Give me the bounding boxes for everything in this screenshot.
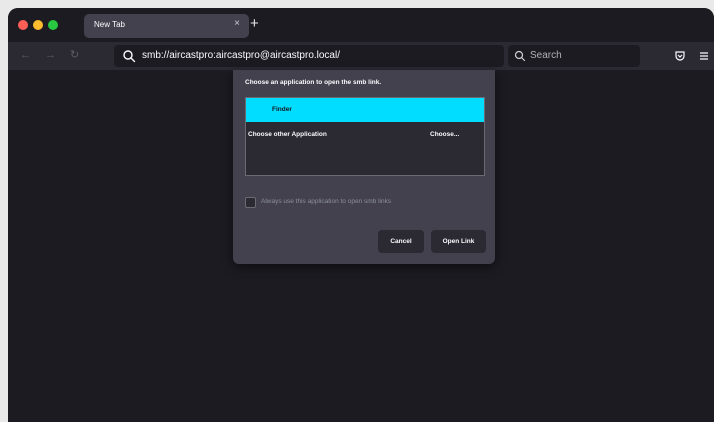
search-input[interactable]: Search: [530, 50, 562, 61]
tab-title: New Tab: [94, 20, 125, 29]
maximize-window-button[interactable]: [48, 20, 58, 30]
open-link-dialog: Choose an application to open the smb li…: [233, 70, 495, 264]
pocket-icon[interactable]: [674, 50, 686, 62]
list-item-finder[interactable]: Finder: [246, 98, 484, 122]
application-list[interactable]: Finder Choose other Application Choose..…: [245, 97, 485, 176]
search-bar[interactable]: Search: [508, 45, 640, 67]
open-link-button[interactable]: Open Link: [431, 230, 486, 253]
close-window-button[interactable]: [18, 20, 28, 30]
forward-icon[interactable]: →: [45, 49, 56, 61]
tab-new-tab[interactable]: New Tab ×: [84, 14, 249, 38]
tab-strip: New Tab × +: [8, 8, 714, 42]
always-use-label[interactable]: Always use this application to open smb …: [261, 198, 391, 205]
search-icon: [123, 50, 136, 63]
choose-other-application-label: Choose other Application: [248, 131, 327, 138]
url-text[interactable]: smb://aircastpro:aircastpro@aircastpro.l…: [142, 50, 340, 61]
menu-icon[interactable]: [698, 50, 710, 62]
back-icon[interactable]: ←: [20, 49, 31, 61]
dialog-title: Choose an application to open the smb li…: [245, 79, 382, 86]
minimize-window-button[interactable]: [33, 20, 43, 30]
cancel-button[interactable]: Cancel: [378, 230, 424, 253]
close-icon[interactable]: ×: [234, 18, 240, 29]
url-bar[interactable]: smb://aircastpro:aircastpro@aircastpro.l…: [114, 45, 504, 67]
browser-window: New Tab × + ← → ↻ smb://aircastpro:airca…: [8, 8, 714, 422]
search-icon: [514, 50, 526, 62]
new-tab-button[interactable]: +: [250, 16, 259, 32]
always-use-checkbox[interactable]: [245, 197, 256, 208]
reload-icon[interactable]: ↻: [70, 49, 79, 61]
choose-button[interactable]: Choose...: [430, 131, 459, 138]
app-name: Finder: [272, 106, 292, 113]
navigation-toolbar: ← → ↻ smb://aircastpro:aircastpro@aircas…: [8, 42, 714, 70]
